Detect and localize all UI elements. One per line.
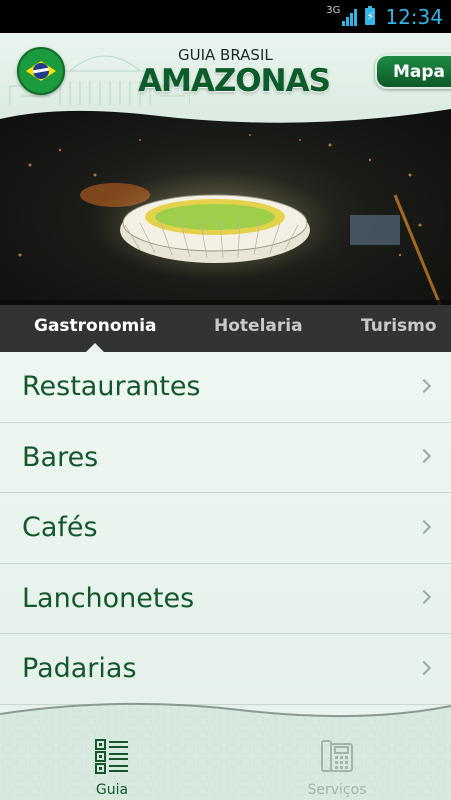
list-item-bares[interactable]: Bares (0, 423, 451, 493)
clock: 12:34 (385, 4, 443, 29)
network-type: 3G (326, 5, 341, 16)
list-item-restaurantes[interactable]: Restaurantes (0, 352, 451, 423)
category-tabs: Gastronomia Hotelaria Turismo (0, 300, 451, 352)
chevron-right-icon (416, 590, 432, 605)
status-bar: 3G 12:34 (0, 0, 451, 33)
nav-servicos[interactable]: Serviços (287, 738, 387, 800)
category-list: Restaurantes Bares Cafés Lanchonetes Pad… (0, 352, 451, 707)
chevron-right-icon (416, 660, 432, 675)
list-item-label: Restaurantes (22, 371, 201, 403)
active-tab-indicator (86, 343, 104, 352)
logo-title: AMAZONAS (138, 63, 331, 99)
nav-label-servicos: Serviços (307, 782, 367, 798)
brazil-flag-icon (17, 47, 65, 95)
map-button[interactable]: Mapa (375, 54, 451, 89)
list-item-cafes[interactable]: Cafés (0, 493, 451, 564)
tab-turismo[interactable]: Turismo (361, 300, 437, 352)
logo-subtitle: GUIA BRASIL (178, 46, 273, 64)
nav-guia[interactable]: Guia (62, 738, 162, 800)
chevron-right-icon (416, 449, 432, 464)
nav-label-guia: Guia (95, 782, 129, 798)
battery-charging-icon (365, 6, 376, 25)
chevron-right-icon (416, 519, 432, 534)
stadium-illustration (18, 134, 442, 305)
list-item-lanchonetes[interactable]: Lanchonetes (0, 564, 451, 634)
hero-stadium-photo (0, 105, 451, 305)
list-item-label: Bares (22, 441, 99, 473)
tab-hotelaria[interactable]: Hotelaria (214, 300, 303, 352)
list-item-label: Lanchonetes (22, 582, 195, 614)
telephone-icon (321, 740, 353, 772)
chevron-right-icon (416, 378, 432, 393)
guide-list-icon (95, 739, 128, 774)
bottom-navigation: Guia Serviços (0, 700, 451, 800)
signal-icon (341, 8, 358, 26)
list-item-label: Cafés (22, 512, 98, 544)
list-item-padarias[interactable]: Padarias (0, 634, 451, 705)
list-item-label: Padarias (22, 653, 137, 685)
